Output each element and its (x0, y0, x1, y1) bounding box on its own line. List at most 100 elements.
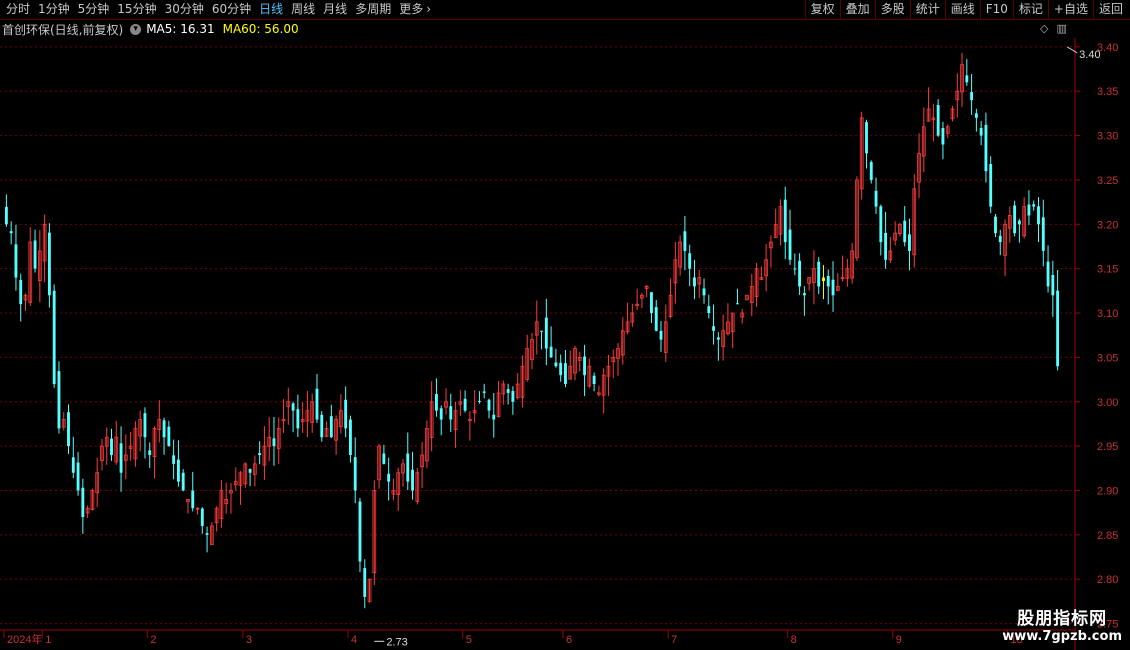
candle-body (478, 400, 481, 402)
stock-title: 首创环保(日线,前复权) (2, 22, 124, 37)
candle-body (143, 413, 147, 438)
candle-body (1056, 290, 1060, 367)
candle-body (1041, 217, 1045, 251)
candle-body (544, 317, 548, 349)
overlay-button[interactable]: 叠加 (839, 0, 875, 19)
ma5-value: MA5: 16.31 (146, 22, 215, 36)
time-tick-label: 9 (896, 634, 902, 646)
high-marker-line (1066, 46, 1078, 54)
time-tick-label: 1 (45, 634, 51, 646)
price-tick-label: 2.80 (1097, 574, 1118, 586)
mark-button[interactable]: 标记 (1012, 0, 1048, 19)
tab-more[interactable]: 更多 › (395, 1, 435, 18)
chevron-down-icon[interactable]: ▾ (130, 23, 142, 35)
candle-body (14, 244, 18, 278)
candle-body (1037, 206, 1040, 225)
f10-button[interactable]: F10 (979, 0, 1013, 19)
draw-line-button[interactable]: 画线 (944, 0, 980, 19)
candle-body (702, 288, 706, 296)
price-tick-label: 3.10 (1097, 308, 1118, 320)
candle-body (979, 127, 983, 136)
candle-body (831, 279, 835, 296)
candle-body (650, 292, 653, 314)
time-tick-label: 8 (791, 634, 797, 646)
candle-body (162, 420, 166, 438)
candle-body (936, 104, 940, 136)
candle-body (200, 508, 204, 526)
tab-1min[interactable]: 1分钟 (34, 1, 74, 18)
period-toolbar: 分时 1分钟 5分钟 15分钟 30分钟 60分钟 日线 周线 月线 多周期 更… (0, 0, 1130, 20)
candle-body (817, 261, 821, 287)
tab-multi-period[interactable]: 多周期 (351, 1, 395, 18)
low-marker-label: 2.73 (386, 636, 407, 648)
candle-body (449, 406, 453, 420)
candle-body (736, 303, 739, 305)
high-marker-label: 3.40 (1079, 49, 1100, 61)
back-button[interactable]: 返回 (1092, 0, 1128, 19)
price-tick-label: 3.30 (1097, 131, 1118, 143)
candle-body (81, 487, 85, 518)
panel-toggle-icon[interactable]: ▥ (1056, 22, 1066, 35)
candle-body (511, 391, 515, 402)
tab-5min[interactable]: 5分钟 (74, 1, 114, 18)
candle-body (506, 389, 510, 393)
add-watchlist-button[interactable]: +自选 (1047, 0, 1093, 19)
candle-body (1013, 205, 1017, 234)
candle-body (965, 75, 969, 83)
candle-body (57, 371, 61, 429)
time-tick-label: 4 (351, 634, 357, 646)
candle-body (9, 231, 13, 234)
candle-body (826, 275, 830, 287)
candle-body (798, 260, 802, 287)
candle-body (994, 216, 997, 234)
candle-body (291, 403, 295, 411)
candle-body (52, 290, 56, 385)
candle-body (592, 375, 596, 385)
candle-body (76, 462, 80, 491)
candle-body (167, 426, 171, 447)
watermark-title: 股朋指标网 (1017, 609, 1108, 629)
candle-body (439, 408, 443, 420)
tab-daily[interactable]: 日线 (255, 1, 287, 18)
candle-body (540, 330, 543, 332)
tab-weekly[interactable]: 周线 (287, 1, 319, 18)
candle-body (688, 253, 692, 269)
candle-body (783, 199, 787, 243)
tab-more-label: 更多 (399, 2, 424, 16)
candle-body (1051, 274, 1055, 296)
tab-fenshi[interactable]: 分时 (2, 1, 34, 18)
candle-body (387, 473, 391, 482)
candle-body (879, 206, 883, 243)
candle-body (1027, 204, 1031, 216)
candle-body (110, 438, 113, 455)
diamond-icon[interactable]: ◇ (1040, 22, 1048, 35)
time-tick-label: 2 (150, 634, 156, 646)
candle-body (874, 190, 878, 207)
candle-body (1032, 204, 1036, 207)
candle-body (989, 164, 993, 207)
tab-60min[interactable]: 60分钟 (208, 1, 255, 18)
candle-body (258, 453, 262, 455)
candle-body (998, 235, 1002, 243)
chart-corner-icons: ◇ ▥ (1040, 22, 1067, 35)
price-tick-label: 3.05 (1097, 352, 1118, 364)
kline-chart[interactable]: 3.40 3.35 3.30 3.25 3.20 3.15 3.10 3.05 3.00 2.95… (0, 38, 1130, 650)
candle-body (941, 127, 945, 145)
price-tick-label: 3.35 (1097, 86, 1118, 98)
tab-15min[interactable]: 15分钟 (113, 1, 160, 18)
multi-stock-button[interactable]: 多股 (874, 0, 910, 19)
candle-body (802, 293, 806, 296)
statistics-button[interactable]: 统计 (909, 0, 945, 19)
candle-body (296, 409, 300, 429)
tab-30min[interactable]: 30分钟 (161, 1, 208, 18)
candle-body (363, 568, 367, 597)
fuquan-button[interactable]: 复权 (804, 0, 840, 19)
candle-body (181, 472, 185, 491)
chevron-right-icon: › (426, 2, 432, 16)
price-tick-label: 3.20 (1097, 219, 1118, 231)
action-buttons: 复权 叠加 多股 统计 画线 F10 标记 +自选 返回 (804, 0, 1128, 19)
candle-body (712, 326, 716, 331)
tab-monthly[interactable]: 月线 (319, 1, 351, 18)
candle-body (707, 306, 711, 314)
candle-body (382, 453, 386, 464)
